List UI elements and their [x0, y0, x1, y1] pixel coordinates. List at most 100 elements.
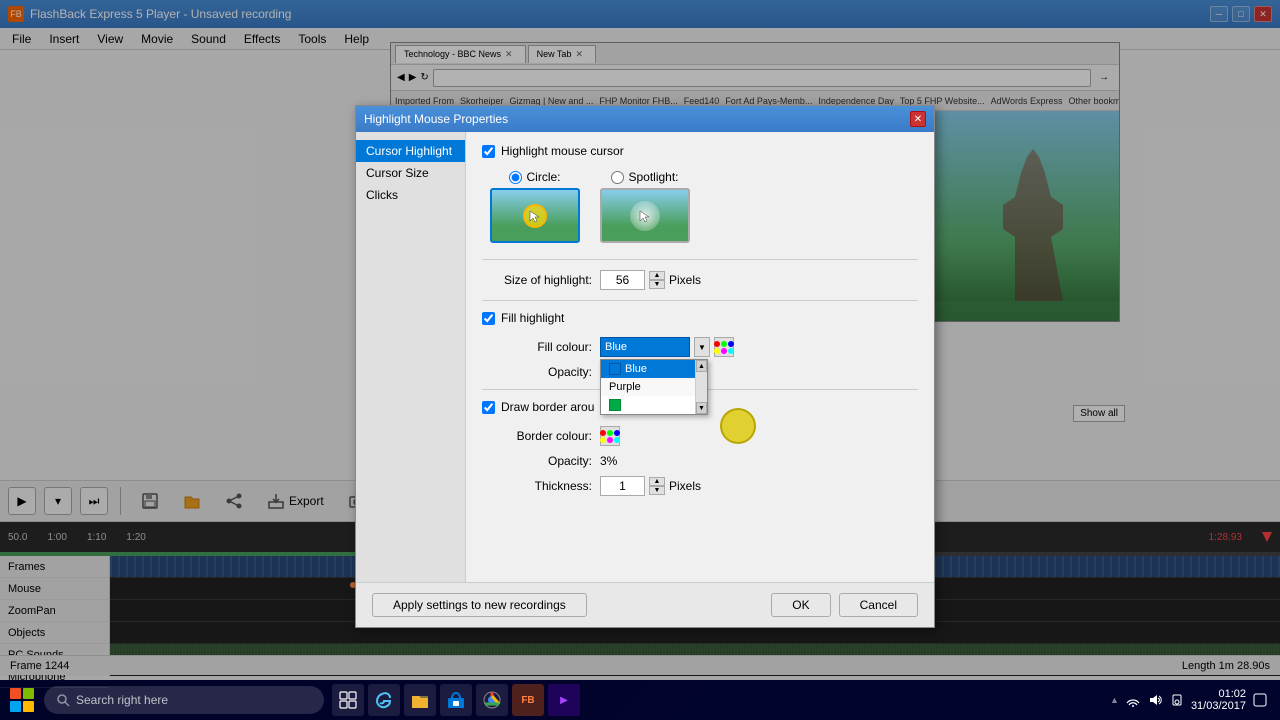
dialog-footer: Apply settings to new recordings OK Canc… — [356, 582, 934, 627]
fill-colour-value: Blue — [605, 341, 627, 353]
fill-highlight-checkbox[interactable] — [482, 312, 495, 325]
fill-colour-select[interactable]: Blue — [600, 337, 690, 357]
spotlight-radio-row: Spotlight: — [611, 170, 678, 184]
dialog-body: Cursor Highlight Cursor Size Clicks High… — [356, 132, 934, 582]
nav-clicks[interactable]: Clicks — [356, 184, 465, 206]
color-dot-yellow — [714, 348, 720, 354]
circle-radio[interactable] — [509, 171, 522, 184]
circle-thumbnail[interactable] — [490, 188, 580, 243]
win-logo-blue — [10, 701, 21, 712]
circle-radio-row: Circle: — [509, 170, 560, 184]
flashback-label: FB — [521, 695, 534, 706]
dialog-nav: Cursor Highlight Cursor Size Clicks — [356, 132, 466, 582]
circle-option: Circle: — [490, 170, 580, 243]
network-svg — [1126, 693, 1140, 707]
volume-icon[interactable] — [1147, 692, 1163, 708]
popup-label-purple: Purple — [609, 381, 641, 393]
thickness-up[interactable]: ▲ — [649, 477, 665, 486]
thickness-pixels-label: Pixels — [669, 479, 701, 493]
nav-cursor-size[interactable]: Cursor Size — [356, 162, 465, 184]
popup-scrollbar: ▲ ▼ — [695, 360, 707, 414]
thickness-input[interactable] — [600, 476, 645, 496]
circle-label: Circle: — [526, 170, 560, 184]
dialog-content: Highlight mouse cursor Circle: — [466, 132, 934, 582]
dialog-title: Highlight Mouse Properties — [364, 112, 508, 126]
nav-cursor-highlight[interactable]: Cursor Highlight — [356, 140, 465, 162]
border-opacity-row: Opacity: 3% — [482, 454, 918, 468]
thickness-input-group: ▲ ▼ Pixels — [600, 476, 701, 496]
popup-scroll-down[interactable]: ▼ — [696, 402, 707, 414]
spotlight-thumbnail[interactable] — [600, 188, 690, 243]
flashback-icon[interactable]: FB — [512, 684, 544, 716]
popup-item-green[interactable] — [601, 396, 695, 414]
cancel-button[interactable]: Cancel — [839, 593, 918, 617]
start-button[interactable] — [4, 682, 40, 718]
task-view-icon[interactable] — [332, 684, 364, 716]
border-opacity-value: 3% — [600, 454, 617, 468]
store-icon[interactable] — [440, 684, 472, 716]
network-icon[interactable] — [1125, 692, 1141, 708]
divider-1 — [482, 259, 918, 260]
border-colour-picker[interactable] — [600, 426, 620, 446]
highlight-cursor-checkbox[interactable] — [482, 145, 495, 158]
size-input[interactable] — [600, 270, 645, 290]
system-tray: ▲ — [1110, 688, 1276, 712]
system-clock[interactable]: 01:02 31/03/2017 — [1191, 688, 1246, 712]
edge-svg — [374, 690, 394, 710]
tray-expand[interactable]: ▲ — [1110, 695, 1119, 705]
app2-label: ▶ — [560, 695, 568, 706]
color-dots — [714, 341, 734, 354]
taskbar-search-bar[interactable]: Search right here — [44, 686, 324, 714]
speakers-icon[interactable] — [1169, 692, 1185, 708]
thickness-down[interactable]: ▼ — [649, 486, 665, 495]
notifications-icon[interactable] — [1252, 692, 1268, 708]
edge-browser-icon[interactable] — [368, 684, 400, 716]
file-explorer-icon[interactable] — [404, 684, 436, 716]
color-dot-red — [714, 341, 720, 347]
win-logo-yellow — [23, 701, 34, 712]
chrome-icon[interactable] — [476, 684, 508, 716]
border-colour-control — [600, 426, 620, 446]
fill-colour-dropdown: Blue ▼ — [600, 337, 734, 357]
divider-2 — [482, 300, 918, 301]
fill-opacity-label: Opacity: — [482, 365, 592, 379]
win-logo-green — [23, 688, 34, 699]
popup-swatch-green — [609, 399, 621, 411]
highlight-mouse-dialog: Highlight Mouse Properties ✕ Cursor High… — [355, 105, 935, 628]
dialog-close-button[interactable]: ✕ — [910, 111, 926, 127]
color-dot-blue — [728, 341, 734, 347]
app2-icon[interactable]: ▶ — [548, 684, 580, 716]
highlight-style-options: Circle: Spotlight: — [490, 170, 918, 243]
fill-colour-control: Blue ▼ — [600, 337, 734, 357]
highlight-cursor-row: Highlight mouse cursor — [482, 144, 918, 158]
popup-label-blue: Blue — [625, 363, 647, 375]
border-colour-row: Border colour: — [482, 426, 918, 446]
size-pixels-label: Pixels — [669, 273, 701, 287]
windows-logo — [10, 688, 34, 712]
popup-item-purple[interactable]: Purple — [601, 378, 695, 396]
apply-button[interactable]: Apply settings to new recordings — [372, 593, 587, 617]
color-dot-green — [721, 341, 727, 347]
spotlight-label: Spotlight: — [628, 170, 678, 184]
color-dot-magenta — [721, 348, 727, 354]
border-color-dots — [600, 430, 620, 443]
size-down[interactable]: ▼ — [649, 280, 665, 289]
clock-date: 31/03/2017 — [1191, 700, 1246, 712]
spotlight-option: Spotlight: — [600, 170, 690, 243]
spotlight-radio[interactable] — [611, 171, 624, 184]
cursor-svg-circle — [528, 209, 542, 223]
fill-colour-arrow[interactable]: ▼ — [694, 337, 710, 357]
popup-content: Blue Purple — [601, 360, 707, 414]
size-spinner: ▲ ▼ — [649, 271, 665, 289]
cursor-highlight-indicator — [720, 408, 756, 444]
taskbar: Search right here — [0, 680, 1280, 720]
draw-border-checkbox[interactable] — [482, 401, 495, 414]
chrome-svg — [482, 690, 502, 710]
popup-scroll-up[interactable]: ▲ — [696, 360, 707, 372]
ok-button[interactable]: OK — [771, 593, 830, 617]
dialog-title-bar: Highlight Mouse Properties ✕ — [356, 106, 934, 132]
thickness-label: Thickness: — [482, 479, 592, 493]
popup-item-blue[interactable]: Blue — [601, 360, 695, 378]
fill-colour-picker[interactable] — [714, 337, 734, 357]
size-up[interactable]: ▲ — [649, 271, 665, 280]
